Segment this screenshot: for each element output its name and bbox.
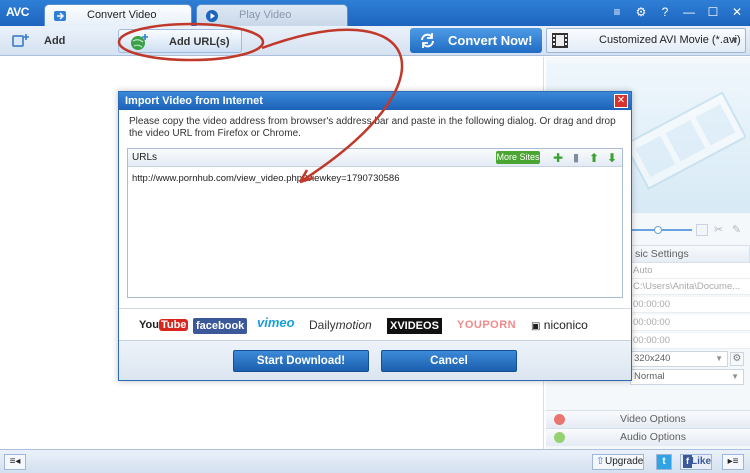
vimeo-logo: vimeo [257,315,295,330]
youtube-logo-a: You [139,319,159,331]
status-bar: ≡◂ ⇧ Upgrade t f Like ▸≡ [0,449,750,473]
minimize-icon[interactable]: — [682,5,696,19]
tab-convert-video[interactable]: Convert Video [44,4,192,26]
url-list-header: URLs More Sites ✚ ▮ ⬆ ⬇ [128,149,622,167]
toggle-panel-icon[interactable]: ▸≡ [722,454,744,470]
url-list[interactable]: URLs More Sites ✚ ▮ ⬆ ⬇ http://www.pornh… [127,148,623,298]
xvideos-logo: XVIDEOS [387,318,442,334]
dialog-description: Please copy the video address from brows… [129,116,616,139]
gear-icon[interactable]: ⚙ [634,5,648,19]
title-bar: AVC Convert Video Play Video ≡ ⚙ ? — ☐ ✕ [0,0,750,26]
facebook-logo: facebook [193,318,248,334]
tab-label: Play Video [239,9,292,21]
dialog-footer: Start Download! Cancel [119,340,631,380]
app-logo: AVC [6,5,29,19]
tab-label: Convert Video [87,9,157,21]
niconico-tv-icon: ▣ [531,321,541,332]
twitter-icon[interactable]: t [656,454,672,470]
convert-now-button[interactable]: Convert Now! [410,28,542,53]
cancel-button[interactable]: Cancel [381,350,517,372]
window-controls: ≡ ⚙ ? — ☐ ✕ [610,5,744,19]
upgrade-label: Upgrade [605,456,644,467]
menu-icon[interactable]: ≡ [610,5,624,19]
convert-now-label: Convert Now! [448,33,533,48]
dialog-title: Import Video from Internet ✕ [119,92,631,110]
convert-video-icon [54,11,66,21]
upgrade-button[interactable]: ⇧ Upgrade [592,454,644,470]
add-url-icon[interactable]: ✚ [552,152,564,164]
facebook-icon: f [683,455,692,468]
start-download-button[interactable]: Start Download! [233,350,369,372]
upgrade-arrow-icon: ⇧ [596,456,605,467]
like-label: Like [691,456,712,467]
url-entry[interactable]: http://www.pornhub.com/view_video.php?vi… [132,173,400,184]
add-urls-button[interactable]: Add URL(s) [118,29,242,53]
play-icon [206,10,218,22]
facebook-like-button[interactable]: f Like [680,454,712,470]
toggle-list-icon[interactable]: ≡◂ [4,454,26,470]
profile-label: Customized AVI Movie (*.avi) [599,34,741,46]
dailymotion-logo-a: Daily [309,318,336,332]
import-video-dialog: Import Video from Internet ✕ Please copy… [118,91,632,381]
niconico-logo: ▣ niconico [531,318,588,334]
move-down-icon[interactable]: ⬇ [606,152,618,164]
supported-sites: You Tube facebook vimeo Dailymotion XVIDE… [119,308,631,340]
add-videos-button[interactable]: Add Video(s) [4,29,108,71]
youporn-logo: YOUPORN [457,319,517,331]
youtube-logo: You Tube [139,318,189,332]
refresh-icon [421,33,434,48]
output-profile-select[interactable]: Customized AVI Movie (*.avi) ▼ [546,28,746,53]
maximize-icon[interactable]: ☐ [706,5,720,19]
tab-play-video[interactable]: Play Video [196,4,348,26]
move-up-icon[interactable]: ⬆ [588,152,600,164]
add-video-icon [12,34,29,47]
toolbar: Add Video(s) Add URL(s) Convert Now! Cus… [0,26,750,71]
niconico-logo-label: niconico [543,318,588,332]
delete-url-icon[interactable]: ▮ [570,152,582,164]
dailymotion-logo: Dailymotion [309,318,372,332]
youtube-logo-b: Tube [158,319,189,331]
close-icon[interactable]: ✕ [730,5,744,19]
close-icon[interactable]: ✕ [614,94,628,108]
help-icon[interactable]: ? [658,5,672,19]
dialog-title-text: Import Video from Internet [125,95,263,107]
dailymotion-logo-b: motion [335,318,372,332]
urls-header-label: URLs [132,152,158,163]
more-sites-button[interactable]: More Sites [496,151,540,164]
film-icon [552,33,568,48]
globe-add-icon [131,34,148,50]
add-urls-label: Add URL(s) [169,36,230,48]
chevron-down-icon: ▼ [730,35,739,45]
